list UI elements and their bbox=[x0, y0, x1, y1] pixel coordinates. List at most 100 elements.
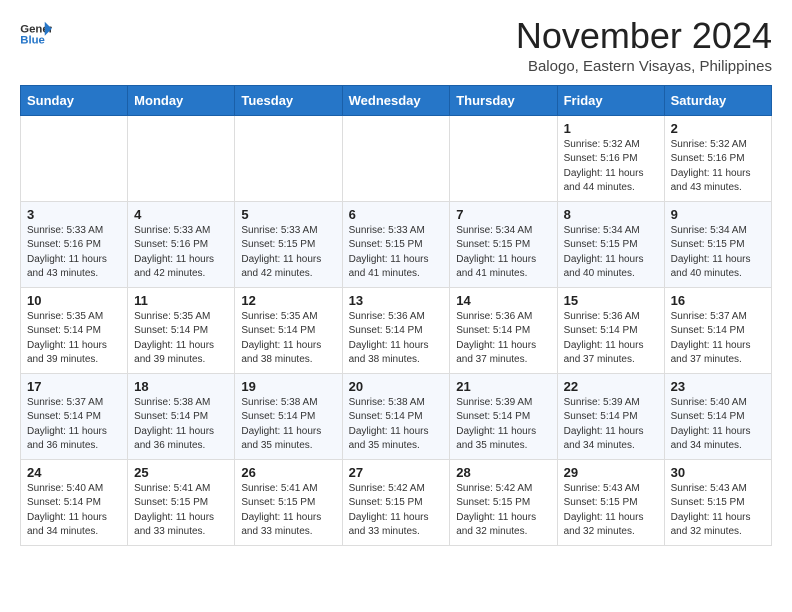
day-number: 14 bbox=[456, 293, 550, 308]
day-number: 2 bbox=[671, 121, 765, 136]
day-info: Sunrise: 5:32 AMSunset: 5:16 PMDaylight:… bbox=[671, 138, 765, 196]
day-info: Sunrise: 5:43 AMSunset: 5:15 PMDaylight:… bbox=[564, 482, 658, 540]
calendar-cell: 2 Sunrise: 5:32 AMSunset: 5:16 PMDaylight… bbox=[664, 115, 771, 201]
day-info: Sunrise: 5:38 AMSunset: 5:14 PMDaylight:… bbox=[349, 396, 444, 454]
day-info: Sunrise: 5:36 AMSunset: 5:14 PMDaylight:… bbox=[456, 310, 550, 368]
day-info: Sunrise: 5:43 AMSunset: 5:15 PMDaylight:… bbox=[671, 482, 765, 540]
calendar-cell: 7 Sunrise: 5:34 AMSunset: 5:15 PMDaylight… bbox=[450, 201, 557, 287]
day-info: Sunrise: 5:37 AMSunset: 5:14 PMDaylight:… bbox=[671, 310, 765, 368]
day-info: Sunrise: 5:34 AMSunset: 5:15 PMDaylight:… bbox=[564, 224, 658, 282]
calendar-cell: 17 Sunrise: 5:37 AMSunset: 5:14 PMDayligh… bbox=[21, 373, 128, 459]
month-title: November 2024 bbox=[516, 16, 772, 56]
day-number: 7 bbox=[456, 207, 550, 222]
day-info: Sunrise: 5:36 AMSunset: 5:14 PMDaylight:… bbox=[349, 310, 444, 368]
day-number: 27 bbox=[349, 465, 444, 480]
calendar-cell: 4Sunrise: 5:33 AMSunset: 5:16 PMDaylight… bbox=[128, 201, 235, 287]
calendar-cell: 11 Sunrise: 5:35 AMSunset: 5:14 PMDayligh… bbox=[128, 287, 235, 373]
day-info: Sunrise: 5:40 AMSunset: 5:14 PMDaylight:… bbox=[27, 482, 121, 540]
day-number: 3 bbox=[27, 207, 121, 222]
day-number: 30 bbox=[671, 465, 765, 480]
calendar-cell: 20 Sunrise: 5:38 AMSunset: 5:14 PMDayligh… bbox=[342, 373, 450, 459]
page-header: General Blue November 2024 Balogo, Easte… bbox=[20, 16, 772, 75]
logo-icon: General Blue bbox=[20, 20, 52, 48]
calendar-cell: 23 Sunrise: 5:40 AMSunset: 5:14 PMDayligh… bbox=[664, 373, 771, 459]
calendar-cell: 22Sunrise: 5:39 AMSunset: 5:14 PMDayligh… bbox=[557, 373, 664, 459]
weekday-header-row: SundayMondayTuesdayWednesdayThursdayFrid… bbox=[21, 85, 772, 115]
day-info: Sunrise: 5:38 AMSunset: 5:14 PMDaylight:… bbox=[241, 396, 335, 454]
day-info: Sunrise: 5:42 AMSunset: 5:15 PMDaylight:… bbox=[456, 482, 550, 540]
day-info: Sunrise: 5:33 AMSunset: 5:15 PMDaylight:… bbox=[241, 224, 335, 282]
calendar-cell: 19Sunrise: 5:38 AMSunset: 5:14 PMDayligh… bbox=[235, 373, 342, 459]
day-number: 10 bbox=[27, 293, 121, 308]
location: Balogo, Eastern Visayas, Philippines bbox=[516, 58, 772, 75]
calendar-cell bbox=[450, 115, 557, 201]
calendar-cell: 29 Sunrise: 5:43 AMSunset: 5:15 PMDayligh… bbox=[557, 459, 664, 545]
calendar-cell: 5Sunrise: 5:33 AMSunset: 5:15 PMDaylight… bbox=[235, 201, 342, 287]
day-info: Sunrise: 5:40 AMSunset: 5:14 PMDaylight:… bbox=[671, 396, 765, 454]
calendar-cell bbox=[342, 115, 450, 201]
day-info: Sunrise: 5:41 AMSunset: 5:15 PMDaylight:… bbox=[241, 482, 335, 540]
calendar-cell: 13 Sunrise: 5:36 AMSunset: 5:14 PMDayligh… bbox=[342, 287, 450, 373]
day-number: 21 bbox=[456, 379, 550, 394]
day-info: Sunrise: 5:42 AMSunset: 5:15 PMDaylight:… bbox=[349, 482, 444, 540]
calendar-cell: 16 Sunrise: 5:37 AMSunset: 5:14 PMDayligh… bbox=[664, 287, 771, 373]
day-number: 29 bbox=[564, 465, 658, 480]
calendar-cell: 25 Sunrise: 5:41 AMSunset: 5:15 PMDayligh… bbox=[128, 459, 235, 545]
day-number: 8 bbox=[564, 207, 658, 222]
day-info: Sunrise: 5:34 AMSunset: 5:15 PMDaylight:… bbox=[671, 224, 765, 282]
weekday-header-monday: Monday bbox=[128, 85, 235, 115]
calendar-cell: 3 Sunrise: 5:33 AMSunset: 5:16 PMDaylight… bbox=[21, 201, 128, 287]
day-info: Sunrise: 5:37 AMSunset: 5:14 PMDaylight:… bbox=[27, 396, 121, 454]
day-number: 22 bbox=[564, 379, 658, 394]
calendar-cell: 28Sunrise: 5:42 AMSunset: 5:15 PMDayligh… bbox=[450, 459, 557, 545]
day-info: Sunrise: 5:38 AMSunset: 5:14 PMDaylight:… bbox=[134, 396, 228, 454]
svg-text:Blue: Blue bbox=[20, 35, 45, 47]
logo: General Blue bbox=[20, 20, 52, 48]
calendar-cell: 10 Sunrise: 5:35 AMSunset: 5:14 PMDayligh… bbox=[21, 287, 128, 373]
day-info: Sunrise: 5:35 AMSunset: 5:14 PMDaylight:… bbox=[27, 310, 121, 368]
day-number: 24 bbox=[27, 465, 121, 480]
day-number: 6 bbox=[349, 207, 444, 222]
calendar-cell: 15 Sunrise: 5:36 AMSunset: 5:14 PMDayligh… bbox=[557, 287, 664, 373]
day-number: 18 bbox=[134, 379, 228, 394]
calendar-cell: 21Sunrise: 5:39 AMSunset: 5:14 PMDayligh… bbox=[450, 373, 557, 459]
calendar-cell: 30 Sunrise: 5:43 AMSunset: 5:15 PMDayligh… bbox=[664, 459, 771, 545]
day-info: Sunrise: 5:33 AMSunset: 5:15 PMDaylight:… bbox=[349, 224, 444, 282]
day-info: Sunrise: 5:41 AMSunset: 5:15 PMDaylight:… bbox=[134, 482, 228, 540]
day-number: 11 bbox=[134, 293, 228, 308]
calendar-cell: 24 Sunrise: 5:40 AMSunset: 5:14 PMDayligh… bbox=[21, 459, 128, 545]
calendar-cell: 27 Sunrise: 5:42 AMSunset: 5:15 PMDayligh… bbox=[342, 459, 450, 545]
week-row-3: 10 Sunrise: 5:35 AMSunset: 5:14 PMDayligh… bbox=[21, 287, 772, 373]
day-number: 12 bbox=[241, 293, 335, 308]
calendar-cell: 8 Sunrise: 5:34 AMSunset: 5:15 PMDaylight… bbox=[557, 201, 664, 287]
day-info: Sunrise: 5:36 AMSunset: 5:14 PMDaylight:… bbox=[564, 310, 658, 368]
calendar-cell bbox=[235, 115, 342, 201]
week-row-1: 1 Sunrise: 5:32 AMSunset: 5:16 PMDaylight… bbox=[21, 115, 772, 201]
day-info: Sunrise: 5:34 AMSunset: 5:15 PMDaylight:… bbox=[456, 224, 550, 282]
calendar-cell: 18 Sunrise: 5:38 AMSunset: 5:14 PMDayligh… bbox=[128, 373, 235, 459]
calendar-cell bbox=[128, 115, 235, 201]
day-number: 1 bbox=[564, 121, 658, 136]
day-number: 25 bbox=[134, 465, 228, 480]
week-row-4: 17 Sunrise: 5:37 AMSunset: 5:14 PMDayligh… bbox=[21, 373, 772, 459]
weekday-header-tuesday: Tuesday bbox=[235, 85, 342, 115]
weekday-header-friday: Friday bbox=[557, 85, 664, 115]
day-info: Sunrise: 5:35 AMSunset: 5:14 PMDaylight:… bbox=[134, 310, 228, 368]
week-row-5: 24 Sunrise: 5:40 AMSunset: 5:14 PMDayligh… bbox=[21, 459, 772, 545]
day-number: 13 bbox=[349, 293, 444, 308]
calendar-cell: 1Sunrise: 5:32 AMSunset: 5:16 PMDaylight… bbox=[557, 115, 664, 201]
day-number: 26 bbox=[241, 465, 335, 480]
title-block: November 2024 Balogo, Eastern Visayas, P… bbox=[516, 16, 772, 75]
day-number: 20 bbox=[349, 379, 444, 394]
day-number: 15 bbox=[564, 293, 658, 308]
day-number: 9 bbox=[671, 207, 765, 222]
day-info: Sunrise: 5:33 AMSunset: 5:16 PMDaylight:… bbox=[27, 224, 121, 282]
day-number: 23 bbox=[671, 379, 765, 394]
day-number: 16 bbox=[671, 293, 765, 308]
week-row-2: 3 Sunrise: 5:33 AMSunset: 5:16 PMDaylight… bbox=[21, 201, 772, 287]
calendar-cell: 6 Sunrise: 5:33 AMSunset: 5:15 PMDaylight… bbox=[342, 201, 450, 287]
day-info: Sunrise: 5:33 AMSunset: 5:16 PMDaylight:… bbox=[134, 224, 228, 282]
calendar-cell: 26 Sunrise: 5:41 AMSunset: 5:15 PMDayligh… bbox=[235, 459, 342, 545]
day-number: 17 bbox=[27, 379, 121, 394]
calendar-cell: 14 Sunrise: 5:36 AMSunset: 5:14 PMDayligh… bbox=[450, 287, 557, 373]
